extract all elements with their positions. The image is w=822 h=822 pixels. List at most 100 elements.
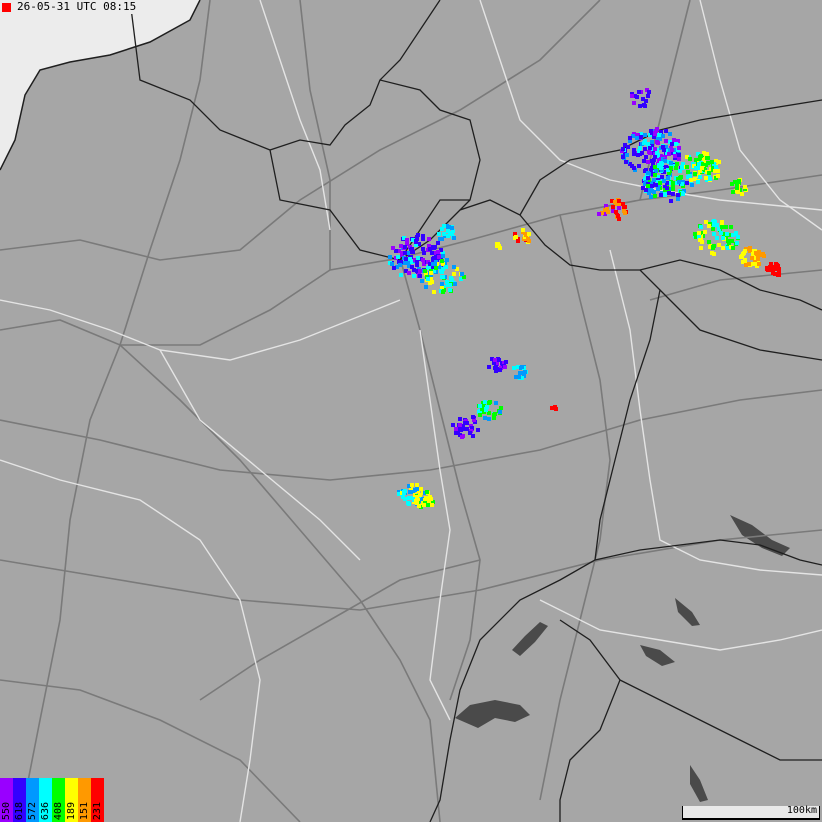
- strike-mark: [757, 262, 761, 266]
- strike-mark: [442, 224, 446, 228]
- strike-mark: [426, 503, 430, 507]
- strike-mark: [452, 236, 456, 240]
- strike-mark: [433, 245, 437, 249]
- strike-mark: [605, 207, 609, 211]
- strike-mark: [460, 272, 464, 276]
- strike-mark: [597, 212, 601, 216]
- strike-mark: [675, 162, 679, 166]
- strike-mark: [441, 254, 445, 258]
- strike-mark: [658, 181, 662, 185]
- strike-mark: [646, 94, 650, 98]
- strike-mark: [649, 195, 653, 199]
- strike-mark: [425, 490, 429, 494]
- strike-mark: [452, 272, 456, 276]
- legend-count: 231: [92, 801, 103, 820]
- timestamp-marker-icon: [2, 2, 11, 12]
- strike-mark: [729, 225, 733, 229]
- strike-mark: [688, 174, 692, 178]
- strike-mark: [659, 166, 663, 170]
- strike-mark: [705, 152, 709, 156]
- strike-mark: [426, 277, 430, 281]
- strike-mark: [396, 255, 400, 259]
- legend-cell-6: 151: [78, 778, 91, 822]
- strike-mark: [646, 160, 650, 164]
- strike-mark: [761, 252, 765, 256]
- strike-mark: [613, 200, 617, 204]
- legend-cell-5: 189: [65, 778, 78, 822]
- strike-mark: [527, 232, 531, 236]
- strike-mark: [487, 365, 491, 369]
- strike-mark: [493, 358, 497, 362]
- strike-mark: [743, 185, 747, 189]
- strike-mark: [452, 265, 456, 269]
- strike-mark: [648, 146, 652, 150]
- strike-mark: [398, 263, 402, 267]
- strike-mark: [625, 153, 629, 157]
- strike-mark: [406, 501, 410, 505]
- legend-cell-3: 636: [39, 778, 52, 822]
- strike-mark: [427, 237, 431, 241]
- strike-mark: [630, 94, 634, 98]
- strike-mark: [712, 232, 716, 236]
- strike-mark: [391, 246, 395, 250]
- strike-mark: [428, 247, 432, 251]
- legend-count: 550: [1, 801, 12, 820]
- strike-mark: [449, 276, 453, 280]
- strike-mark: [441, 267, 445, 271]
- strike-mark: [673, 154, 677, 158]
- borders: [129, 0, 822, 822]
- strike-mark: [715, 236, 719, 240]
- strike-mark: [699, 154, 703, 158]
- strike-mark: [423, 269, 427, 273]
- strike-mark: [707, 224, 711, 228]
- strike-mark: [676, 197, 680, 201]
- strike-mark: [527, 239, 531, 243]
- strike-mark: [660, 175, 664, 179]
- strike-mark: [713, 220, 717, 224]
- strike-mark: [458, 423, 462, 427]
- strike-mark: [520, 365, 524, 369]
- strike-mark: [442, 232, 446, 236]
- strike-mark: [642, 103, 646, 107]
- strike-mark: [659, 193, 663, 197]
- strike-mark: [617, 206, 621, 210]
- strike-mark: [628, 136, 632, 140]
- scale-label: 100km: [786, 805, 817, 816]
- strike-mark: [639, 135, 643, 139]
- strike-mark: [632, 166, 636, 170]
- strike-mark: [483, 416, 487, 420]
- strike-mark: [736, 235, 740, 239]
- strike-mark: [771, 271, 775, 275]
- strike-mark: [719, 231, 723, 235]
- strike-mark: [638, 104, 642, 108]
- strike-mark: [678, 176, 682, 180]
- legend-cell-4: 408: [52, 778, 65, 822]
- strike-mark: [494, 365, 498, 369]
- strike-mark: [418, 269, 422, 273]
- strike-mark: [740, 192, 744, 196]
- strike-mark: [415, 483, 419, 487]
- strike-mark: [408, 257, 412, 261]
- strike-mark: [694, 166, 698, 170]
- scale-bar: 100km: [682, 805, 820, 820]
- strike-mark: [721, 236, 725, 240]
- strike-mark: [672, 138, 676, 142]
- strike-mark: [637, 164, 641, 168]
- strike-mark: [671, 187, 675, 191]
- strike-mark: [403, 245, 407, 249]
- strike-mark: [721, 246, 725, 250]
- strike-mark: [407, 271, 411, 275]
- strike-count-legend: 550 618 572 636 408 189 151 231: [0, 778, 104, 822]
- strike-mark: [635, 136, 639, 140]
- strike-mark: [699, 225, 703, 229]
- strike-mark: [767, 268, 771, 272]
- strike-mark: [414, 239, 418, 243]
- strike-mark: [700, 166, 704, 170]
- strike-mark: [664, 129, 668, 133]
- legend-count: 151: [79, 801, 90, 820]
- strike-mark: [436, 241, 440, 245]
- strike-mark: [685, 165, 689, 169]
- strike-mark: [662, 148, 666, 152]
- rivers: [0, 0, 822, 822]
- strike-mark: [445, 258, 449, 262]
